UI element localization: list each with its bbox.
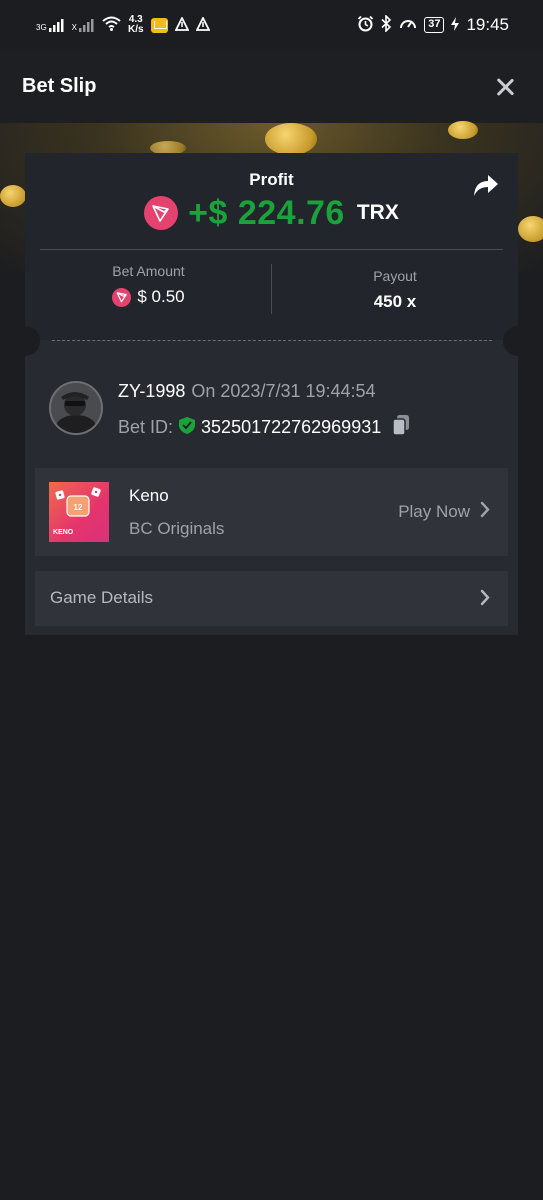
play-now-label: Play Now	[398, 502, 470, 521]
game-name: Keno	[129, 486, 169, 505]
bet-amount-value: $ 0.50	[137, 287, 185, 306]
payout-label: Payout	[373, 268, 417, 284]
coin-decoration	[448, 121, 478, 139]
battery-indicator: 37	[424, 17, 445, 33]
verified-shield-icon	[178, 416, 196, 440]
network-type-2: X	[71, 22, 78, 32]
bet-amount-label: Bet Amount	[112, 263, 185, 279]
alert-icon	[174, 15, 190, 34]
game-provider: BC Originals	[129, 519, 225, 538]
bet-date: On 2023/7/31 19:44:54	[191, 381, 376, 401]
divider	[40, 249, 503, 250]
alert-2-icon	[195, 15, 211, 34]
profit-currency: TRX	[356, 201, 399, 224]
status-bar: 3G X 4.3 K/s 37 19:45	[0, 0, 543, 50]
profit-row: +$ 224.76 TRX	[25, 193, 518, 233]
keno-number: 12	[74, 503, 83, 512]
ticket-notch-right	[503, 326, 533, 356]
share-icon[interactable]	[472, 173, 500, 199]
game-details-label: Game Details	[50, 588, 153, 607]
bet-id-line: Bet ID: 352501722762969931	[118, 414, 410, 441]
bet-amount-row: $ 0.50	[25, 287, 272, 307]
payout-section: Payout 450 x	[272, 268, 518, 312]
bet-id-label: Bet ID:	[118, 417, 174, 437]
speedometer-icon	[399, 15, 417, 35]
coin-decoration	[0, 185, 26, 207]
chevron-right-icon	[480, 501, 490, 523]
ticket-notch-left	[10, 326, 40, 356]
chevron-right-icon	[480, 589, 490, 611]
network-speed: 4.3 K/s	[128, 15, 144, 35]
avatar[interactable]	[49, 381, 103, 435]
signal-2-icon: X	[71, 18, 95, 32]
coin-decoration	[265, 123, 317, 155]
tron-icon	[144, 196, 179, 230]
profit-label: Profit	[249, 170, 294, 189]
keno-thumb-label: KENO	[53, 529, 74, 536]
coin-decoration	[518, 216, 543, 242]
payout-value: 450 x	[373, 292, 417, 311]
play-now-button[interactable]: Play Now	[398, 501, 490, 523]
signal-icon: 3G	[36, 18, 65, 32]
alarm-icon	[357, 15, 374, 35]
charging-icon	[451, 16, 460, 34]
bluetooth-icon	[381, 14, 392, 35]
speed-unit: K/s	[128, 24, 144, 35]
dashed-divider	[52, 340, 492, 341]
tron-icon	[112, 287, 132, 307]
wifi-icon	[102, 16, 121, 34]
user-line: ZY-1998 On 2023/7/31 19:44:54	[118, 381, 376, 402]
clock: 19:45	[466, 15, 509, 34]
profit-value: +$ 224.76	[188, 193, 345, 232]
user-info: ZY-1998 On 2023/7/31 19:44:54 Bet ID: 352…	[49, 379, 489, 439]
bet-amount-section: Bet Amount $ 0.50	[25, 263, 272, 307]
network-type: 3G	[36, 22, 47, 32]
username: ZY-1998	[118, 381, 186, 401]
game-details-row[interactable]: Game Details	[35, 571, 508, 626]
close-button[interactable]	[493, 75, 517, 99]
mail-icon	[150, 17, 168, 33]
header: Bet Slip	[0, 50, 543, 123]
keno-thumbnail: 12 KENO	[49, 482, 109, 542]
bet-slip-card: Profit +$ 224.76 TRX Bet Amount $ 0.50 P…	[10, 153, 533, 635]
page-title: Bet Slip	[22, 75, 97, 97]
bet-id-value: 352501722762969931	[201, 417, 382, 437]
game-row[interactable]: 12 KENO Keno BC Originals Play Now	[35, 468, 508, 556]
copy-icon[interactable]	[392, 414, 410, 441]
